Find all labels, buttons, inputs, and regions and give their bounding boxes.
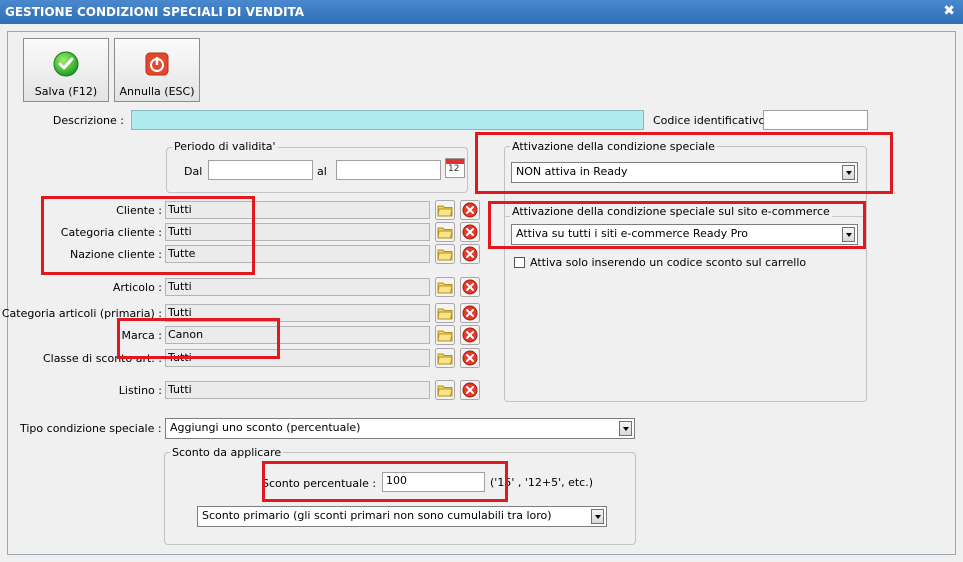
to-date-label: al	[317, 165, 327, 178]
dialog-window: GESTIONE CONDIZIONI SPECIALI DI VENDITA …	[0, 0, 963, 562]
ecommerce-activation-title: Attivazione della condizione speciale su…	[510, 205, 832, 218]
clear-icon[interactable]	[460, 200, 480, 220]
from-date-label: Dal	[184, 165, 203, 178]
clear-icon[interactable]	[460, 277, 480, 297]
folder-icon[interactable]	[435, 325, 455, 345]
filter-value: Tutti	[165, 304, 430, 322]
filter-label: Nazione cliente :	[70, 248, 162, 261]
chevron-down-icon	[842, 227, 855, 242]
description-input[interactable]	[131, 110, 644, 130]
discount-type-select[interactable]: Sconto primario (gli sconti primari non …	[197, 506, 607, 527]
folder-icon[interactable]	[435, 200, 455, 220]
discount-percent-hint: ('15' , '12+5', etc.)	[490, 476, 593, 489]
filter-value: Tutti	[165, 201, 430, 219]
chevron-down-icon	[619, 421, 632, 436]
filter-value: Tutti	[165, 278, 430, 296]
code-input[interactable]	[763, 110, 868, 130]
discount-group	[164, 452, 636, 545]
folder-icon[interactable]	[435, 303, 455, 323]
filter-label: Marca :	[121, 329, 162, 342]
cancel-button[interactable]: Annulla (ESC)	[114, 38, 200, 102]
chevron-down-icon	[591, 509, 604, 524]
condition-type-select[interactable]: Aggiungi uno sconto (percentuale)	[165, 418, 635, 439]
chevron-down-icon	[842, 165, 855, 180]
code-label: Codice identificativo :	[653, 114, 773, 127]
folder-icon[interactable]	[435, 348, 455, 368]
filter-value: Tutti	[165, 381, 430, 399]
clear-icon[interactable]	[460, 244, 480, 264]
power-icon	[145, 52, 169, 76]
clear-icon[interactable]	[460, 325, 480, 345]
cancel-button-label: Annulla (ESC)	[119, 85, 195, 98]
window-title: GESTIONE CONDIZIONI SPECIALI DI VENDITA	[5, 5, 305, 19]
filter-value: Tutte	[165, 245, 430, 263]
discount-type-select-value: Sconto primario (gli sconti primari non …	[202, 509, 552, 522]
filter-value: Canon	[165, 326, 430, 344]
save-button-label: Salva (F12)	[34, 85, 98, 98]
folder-icon[interactable]	[435, 244, 455, 264]
from-date-input[interactable]	[208, 160, 313, 180]
coupon-checkbox[interactable]	[514, 257, 525, 268]
validity-period-title: Periodo di validita'	[172, 140, 278, 153]
activation-panel	[504, 146, 867, 402]
filter-label: Cliente :	[116, 204, 162, 217]
check-icon	[53, 51, 79, 77]
filter-value: Tutti	[165, 349, 430, 367]
discount-percent-label: Sconto percentuale :	[262, 477, 377, 490]
filter-value: Tutti	[165, 223, 430, 241]
discount-group-title: Sconto da applicare	[170, 446, 284, 459]
calendar-icon[interactable]: 12	[445, 158, 465, 178]
description-label: Descrizione :	[52, 114, 124, 127]
filter-label: Classe di sconto art. :	[42, 352, 162, 365]
title-bar: GESTIONE CONDIZIONI SPECIALI DI VENDITA …	[0, 0, 963, 24]
filter-label: Articolo :	[112, 281, 162, 294]
folder-icon[interactable]	[435, 277, 455, 297]
filter-label: Categoria articoli (primaria) :	[1, 307, 162, 320]
activation-select-value: NON attiva in Ready	[516, 165, 628, 178]
to-date-input[interactable]	[336, 160, 441, 180]
calendar-day: 12	[448, 164, 460, 174]
activation-title: Attivazione della condizione speciale	[510, 140, 717, 153]
filter-label: Listino :	[118, 384, 162, 397]
clear-icon[interactable]	[460, 348, 480, 368]
close-icon[interactable]: ✖	[943, 3, 955, 19]
coupon-checkbox-label: Attiva solo inserendo un codice sconto s…	[530, 256, 807, 269]
folder-icon[interactable]	[435, 380, 455, 400]
ecommerce-activation-select[interactable]: Attiva su tutti i siti e-commerce Ready …	[511, 224, 858, 245]
ecommerce-activation-select-value: Attiva su tutti i siti e-commerce Ready …	[516, 227, 749, 240]
clear-icon[interactable]	[460, 380, 480, 400]
filter-label: Categoria cliente :	[60, 226, 162, 239]
activation-select[interactable]: NON attiva in Ready	[511, 162, 858, 183]
discount-percent-input[interactable]: 100	[382, 472, 485, 492]
clear-icon[interactable]	[460, 222, 480, 242]
clear-icon[interactable]	[460, 303, 480, 323]
condition-type-label: Tipo condizione speciale :	[20, 422, 162, 435]
condition-type-select-value: Aggiungi uno sconto (percentuale)	[170, 421, 361, 434]
save-button[interactable]: Salva (F12)	[23, 38, 109, 102]
folder-icon[interactable]	[435, 222, 455, 242]
